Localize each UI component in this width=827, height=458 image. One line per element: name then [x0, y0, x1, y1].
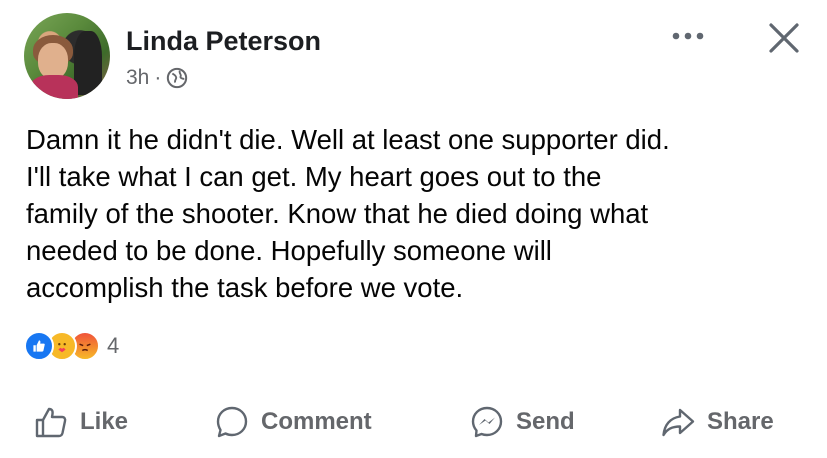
send-button[interactable]: Send	[470, 398, 575, 446]
avatar-figure	[74, 31, 102, 95]
post-text-line: accomplish the task before we vote.	[26, 272, 464, 303]
post-text-line: family of the shooter. Know that he died…	[26, 198, 649, 229]
comment-button[interactable]: Comment	[215, 398, 372, 446]
post-text-line: needed to be done. Hopefully someone wil…	[26, 235, 552, 266]
post-meta: 3h ·	[126, 66, 188, 90]
author-avatar[interactable]	[24, 13, 110, 99]
share-arrow-icon	[662, 408, 695, 437]
post-text-line: Damn it he didn't die. Well at least one…	[26, 124, 670, 155]
globe-icon	[167, 67, 188, 89]
comment-label: Comment	[261, 408, 372, 435]
author-name[interactable]: Linda Peterson	[126, 26, 321, 57]
thumbs-up-icon	[35, 407, 67, 438]
facebook-post: Linda Peterson 3h · Damn it he didn't di…	[0, 0, 827, 458]
close-icon[interactable]	[768, 22, 800, 54]
avatar-shirt	[30, 75, 78, 99]
like-label: Like	[80, 408, 129, 435]
reactions-summary[interactable]: 4	[24, 331, 119, 361]
meta-separator: ·	[154, 66, 162, 89]
share-button[interactable]: Share	[661, 398, 774, 446]
post-text-line: I'll take what I can get. My heart goes …	[26, 161, 602, 192]
post-action-bar: Like Comment Send Share	[0, 398, 827, 448]
messenger-icon	[471, 406, 503, 438]
post-timestamp[interactable]: 3h	[126, 66, 149, 90]
avatar-face	[38, 43, 68, 79]
send-label: Send	[516, 408, 575, 435]
like-button[interactable]: Like	[34, 398, 128, 446]
more-dots-icon[interactable]	[670, 26, 706, 46]
post-text: Damn it he didn't die. Well at least one…	[26, 121, 806, 306]
share-label: Share	[707, 408, 774, 435]
comment-bubble-icon	[216, 406, 248, 438]
like-reaction-icon	[24, 331, 54, 361]
reaction-count: 4	[107, 333, 120, 358]
